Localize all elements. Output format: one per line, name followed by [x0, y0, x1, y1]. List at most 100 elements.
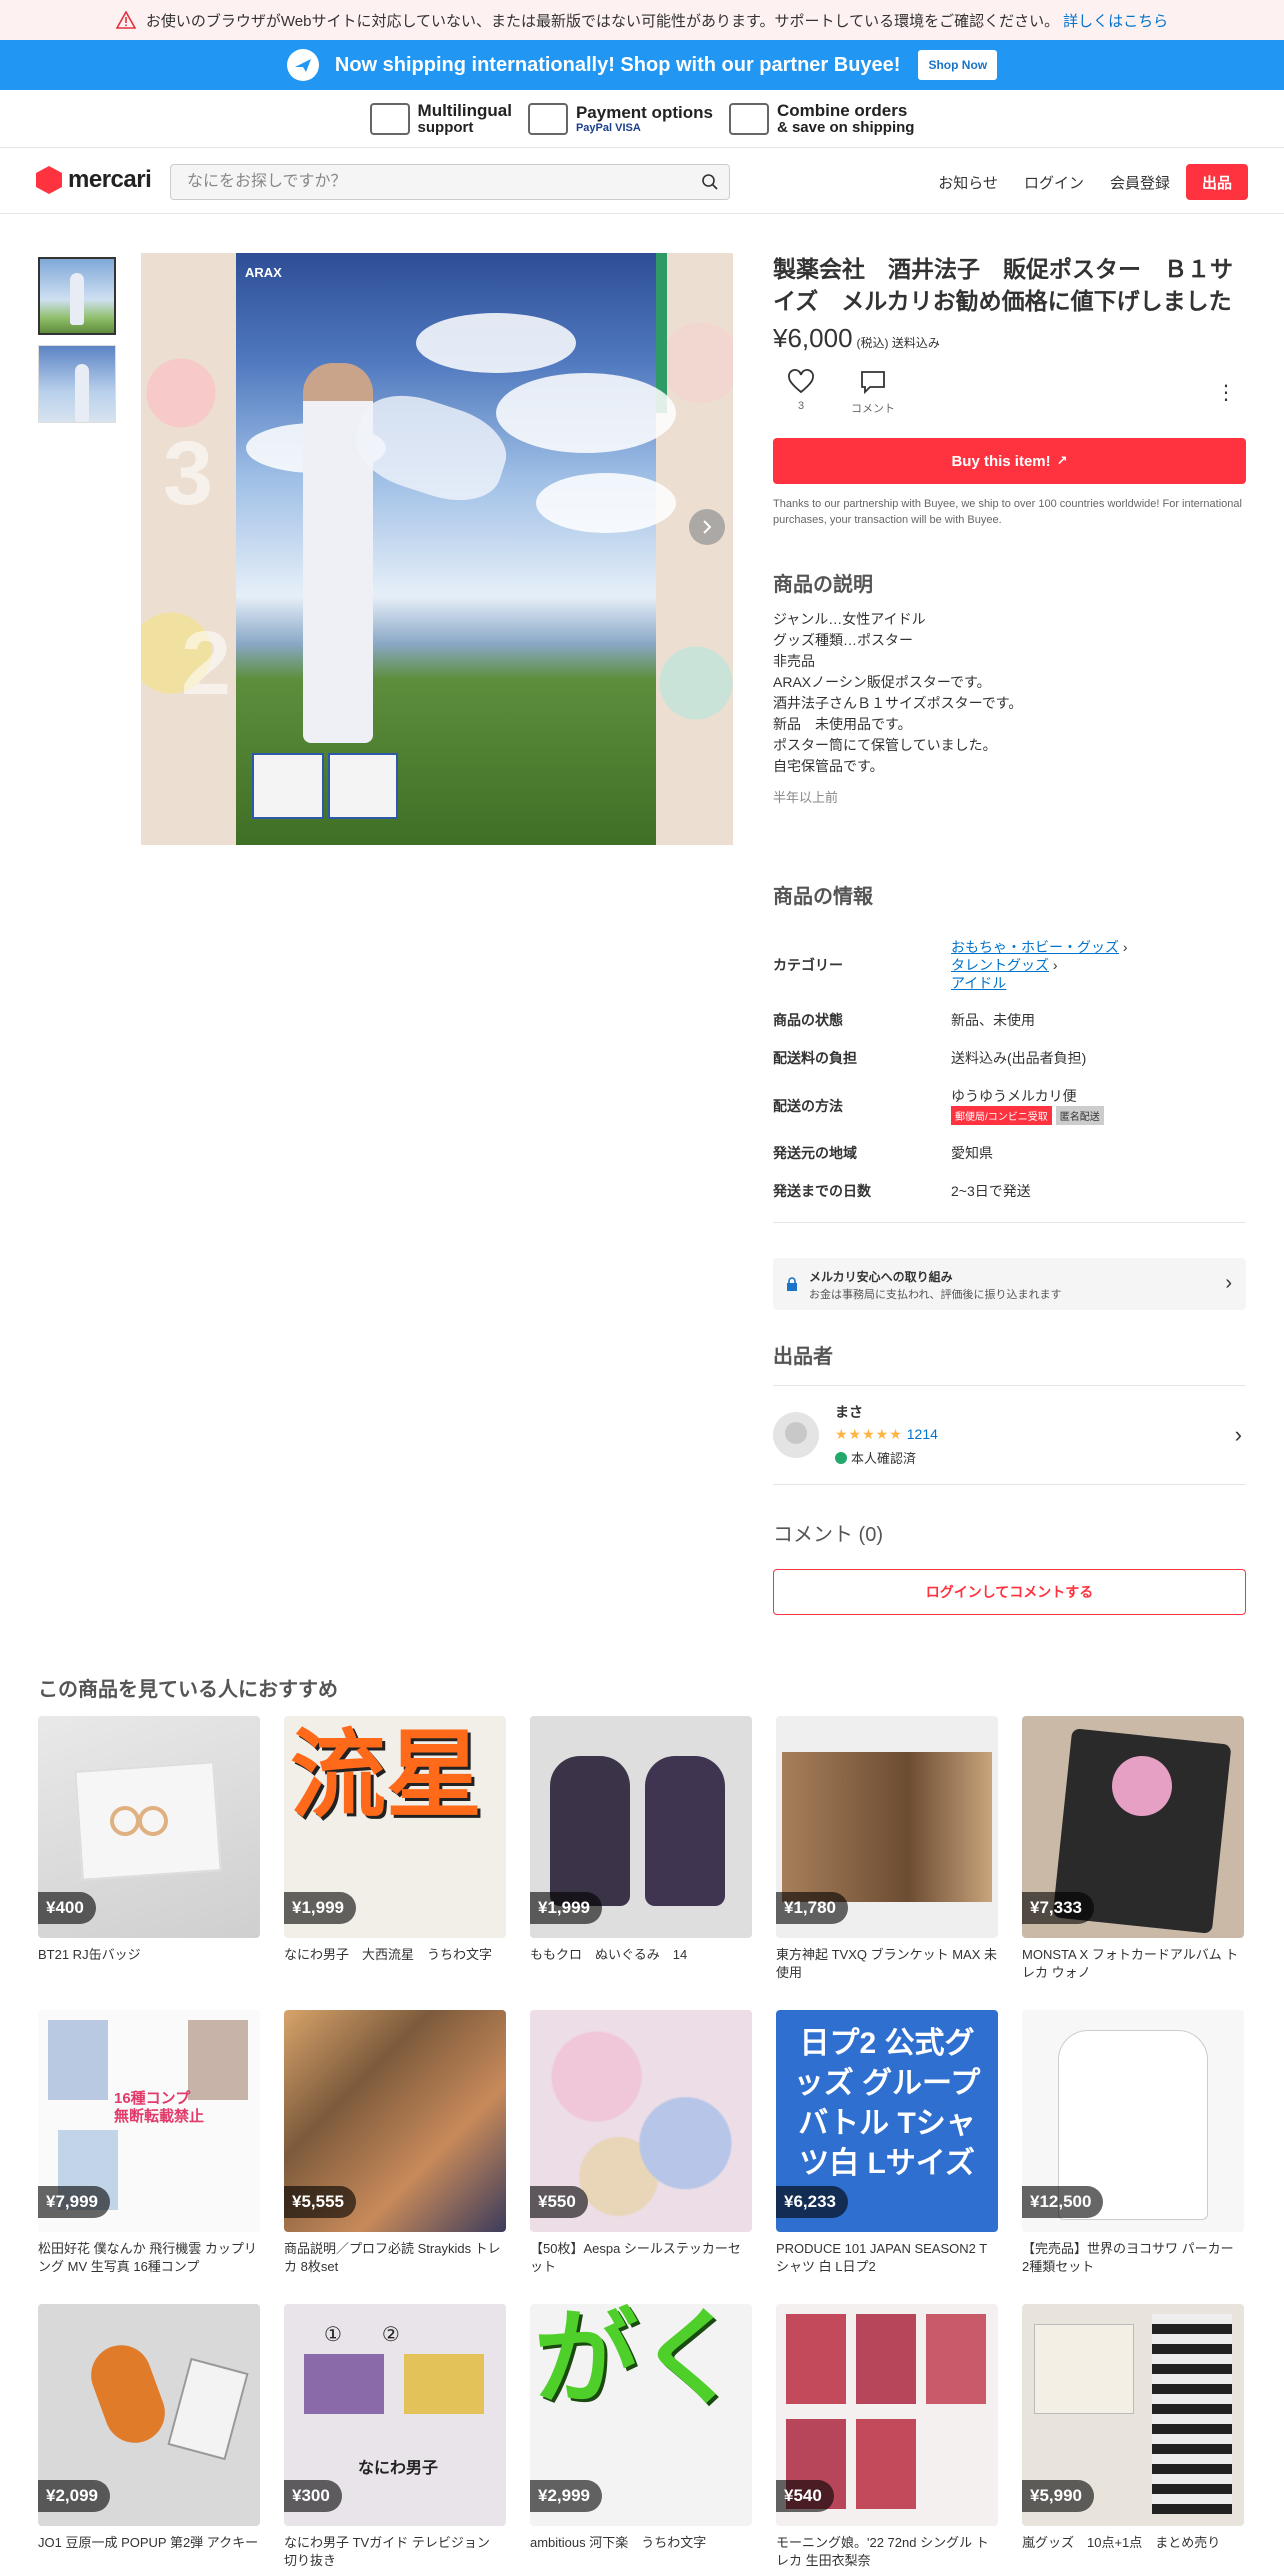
warning-text: お使いのブラウザがWebサイトに対応していない、または最新版ではない可能性があり… [145, 12, 1060, 30]
card-price: ¥300 [284, 2480, 342, 2512]
product-card[interactable]: ① ② なにわ男子 ¥300 なにわ男子 TVガイド テレビジョン 切り抜き [284, 2304, 506, 2568]
price-value: ¥6,000 [773, 323, 853, 353]
category-link-3[interactable]: アイドル [951, 974, 1006, 992]
card-title: ももクロ ぬいぐるみ 14 [530, 1947, 688, 1962]
logo-text: mercari [68, 166, 152, 193]
comment-icon [861, 371, 885, 395]
product-thumbnail: ¥540 [776, 2304, 998, 2526]
product-card[interactable]: がく ¥2,999 ambitious 河下楽 うちわ文字 [530, 2304, 752, 2552]
card-title: 商品説明／プロフ必読 Straykids トレカ 8枚set [284, 2241, 501, 2274]
product-card[interactable]: 流星 ¥1,999 なにわ男子 大西流星 うちわ文字 [284, 1716, 506, 1964]
feature-title: Payment options [575, 102, 713, 122]
international-shipping-banner[interactable]: Now shipping internationally! Shop with … [0, 40, 1284, 90]
info-value: 送料込み(出品者負担) [951, 1050, 1087, 1066]
chevron-right-icon: › [1225, 1272, 1232, 1294]
buy-button[interactable]: Buy this item! ↗ [773, 438, 1246, 484]
comment-button[interactable]: コメント [851, 368, 895, 416]
product-card[interactable]: ¥400 BT21 RJ缶バッジ [38, 1716, 260, 1964]
feature-title: Combine orders [776, 100, 908, 120]
info-key: 商品の状態 [773, 1012, 843, 1028]
login-to-comment-button[interactable]: ログインしてコメントする [773, 1569, 1246, 1615]
card-price: ¥1,999 [284, 1892, 356, 1924]
comments-section: コメント (0) ログインしてコメントする [773, 1518, 1246, 1615]
info-key: 配送料の負担 [773, 1050, 857, 1066]
search-input[interactable] [171, 165, 671, 199]
safety-subtitle: お金は事務局に支払われ、評価後に振り込まれます [809, 1289, 1062, 1301]
description-line: 自宅保管品です。 [773, 758, 884, 774]
card-title: 【完売品】世界のヨコサワ パーカー 2種類セット [1022, 2241, 1234, 2274]
box-icon [728, 102, 769, 135]
seller-section: 出品者 まさ ★★★★★ 1214 本人確認済 › [773, 1340, 1246, 1485]
category-link-2[interactable]: タレントグッズ [951, 956, 1049, 974]
card-title: MONSTA X フォトカードアルバム トレカ ウォノ [1022, 1947, 1239, 1980]
card-price: ¥5,990 [1022, 2480, 1094, 2512]
avatar [773, 1412, 819, 1458]
news-link[interactable]: お知らせ [938, 172, 998, 193]
card-title: BT21 RJ缶バッジ [38, 1947, 141, 1962]
thumbnail-2[interactable] [38, 345, 116, 423]
card-title: JO1 豆原一成 POPUP 第2弾 アクキー [38, 2535, 259, 2550]
card-price: ¥1,780 [776, 1892, 848, 1924]
info-value: ゆうゆうメルカリ便 郵便局/コンビニ受取 匿名配送 [951, 1077, 1246, 1134]
verified-text: 本人確認済 [851, 1451, 917, 1466]
product-card[interactable]: ¥550 【50枚】Aespa シールステッカーセット [530, 2010, 752, 2276]
card-title: PRODUCE 101 JAPAN SEASON2 Tシャツ 白 L日プ2 [776, 2241, 988, 2274]
info-value: 2~3日で発送 [951, 1183, 1031, 1199]
thumbnail-1[interactable] [38, 257, 116, 335]
warning-icon [115, 11, 136, 29]
card-price: ¥7,999 [38, 2186, 110, 2218]
product-card[interactable]: ¥2,099 JO1 豆原一成 POPUP 第2弾 アクキー [38, 2304, 260, 2552]
shipping-tag: 郵便局/コンビニ受取 [951, 1106, 1052, 1125]
verified-badge: 本人確認済 [835, 1448, 916, 1467]
feature-multilingual: Multilingual support [369, 101, 512, 136]
airplane-icon [286, 49, 319, 81]
safety-banner[interactable]: メルカリ安心への取り組み お金は事務局に支払われ、評価後に振り込まれます › [773, 1258, 1246, 1310]
info-key: 配送の方法 [773, 1097, 843, 1114]
product-main-image[interactable]: 3 2 ARAX [141, 253, 733, 845]
product-card[interactable]: ¥1,780 東方神起 TVXQ ブランケット MAX 未使用 [776, 1716, 998, 1982]
header-nav: お知らせ ログイン 会員登録 出品 [912, 164, 1248, 200]
card-title: モーニング娘。'22 72nd シングル トレカ 生田衣梨奈 [776, 2535, 989, 2568]
posted-time: 半年以上前 [773, 790, 839, 805]
chevron-right-icon: › [1052, 957, 1058, 973]
chevron-right-icon [703, 520, 712, 534]
info-row-region: 発送元の地域 愛知県 [773, 1134, 1246, 1172]
product-card[interactable]: 日プ2 公式グッズ グループバトル Tシャツ白 Lサイズ ¥6,233 PROD… [776, 2010, 998, 2276]
more-options-icon[interactable]: ⋮ [1216, 380, 1236, 405]
card-title: なにわ男子 大西流星 うちわ文字 [284, 1947, 493, 1962]
buy-button-label: Buy this item! [951, 452, 1051, 470]
shop-now-button[interactable]: Shop Now [918, 50, 998, 80]
info-value: 新品、未使用 [951, 1012, 1035, 1028]
product-card[interactable]: ¥5,555 商品説明／プロフ必読 Straykids トレカ 8枚set [284, 2010, 506, 2276]
chevron-right-icon: › [1122, 939, 1128, 955]
site-header: mercari お知らせ ログイン 会員登録 出品 [0, 148, 1284, 214]
category-link-1[interactable]: おもちゃ・ホビー・グッズ [951, 938, 1119, 956]
card-image-text: 日プ2 公式グッズ グループバトル Tシャツ白 Lサイズ [793, 2027, 981, 2180]
product-card[interactable]: ¥7,333 MONSTA X フォトカードアルバム トレカ ウォノ [1022, 1716, 1244, 1982]
next-image-button[interactable] [689, 509, 725, 545]
seller-card[interactable]: まさ ★★★★★ 1214 本人確認済 › [773, 1385, 1246, 1485]
product-card[interactable]: 16種コンプ 無断転載禁止 ¥7,999 松田好花 僕なんか 飛行機雲 カップリ… [38, 2010, 260, 2276]
product-thumbnail: ¥550 [530, 2010, 752, 2232]
mercari-logo-icon [36, 166, 62, 194]
like-button[interactable]: 3 [787, 368, 815, 412]
product-card[interactable]: ¥540 モーニング娘。'22 72nd シングル トレカ 生田衣梨奈 [776, 2304, 998, 2568]
search-box [170, 164, 730, 200]
search-icon[interactable] [701, 173, 719, 191]
description-line: ARAXノーシン販促ポスターです。 [773, 674, 991, 690]
translate-icon [369, 102, 410, 135]
product-card[interactable]: ¥1,999 ももクロ ぬいぐるみ 14 [530, 1716, 752, 1964]
info-key: カテゴリー [773, 957, 843, 973]
sell-button[interactable]: 出品 [1186, 164, 1248, 200]
warning-details-link[interactable]: 詳しくはこちら [1063, 10, 1168, 31]
like-count: 3 [797, 400, 805, 412]
signup-link[interactable]: 会員登録 [1110, 172, 1170, 193]
info-heading: 商品の情報 [773, 886, 873, 908]
product-thumbnail: ¥12,500 [1022, 2010, 1244, 2232]
product-card[interactable]: ¥5,990 嵐グッズ 10点+1点 まとめ売り [1022, 2304, 1244, 2552]
product-card[interactable]: ¥12,500 【完売品】世界のヨコサワ パーカー 2種類セット [1022, 2010, 1244, 2276]
product-thumbnail: ¥2,099 [38, 2304, 260, 2526]
description-line: 新品 未使用品です。 [773, 716, 912, 732]
mercari-logo[interactable]: mercari [36, 166, 152, 194]
login-link[interactable]: ログイン [1024, 172, 1084, 193]
